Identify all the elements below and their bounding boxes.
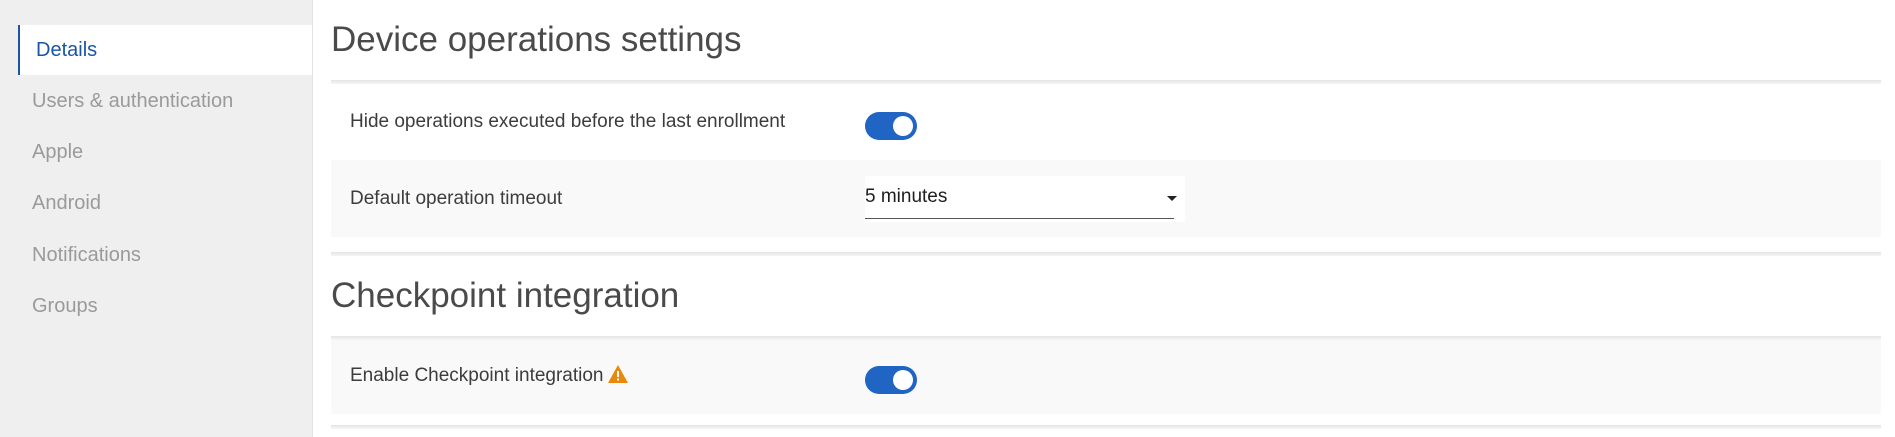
setting-label: Hide operations executed before the last… (350, 111, 786, 132)
settings-page: Details Users & authentication Apple And… (0, 0, 1895, 437)
dropdown-caret-icon (1167, 196, 1177, 201)
sidebar-item-groups[interactable]: Groups (18, 281, 312, 331)
section-divider (331, 252, 1881, 256)
section-title-device-operations: Device operations settings (331, 20, 742, 59)
warning-icon (607, 365, 628, 389)
section-divider (331, 425, 1881, 429)
sidebar-item-label: Users & authentication (32, 90, 234, 112)
setting-row-checkpoint: Enable Checkpoint integration (331, 340, 1881, 414)
sidebar-item-details[interactable]: Details (18, 25, 312, 75)
sidebar-item-label: Groups (32, 295, 98, 317)
sidebar-item-android[interactable]: Android (18, 178, 312, 228)
sidebar-item-label: Apple (32, 141, 84, 163)
sidebar-item-apple[interactable]: Apple (18, 127, 312, 177)
settings-main: Device operations settings Hide operatio… (331, 0, 1881, 437)
hide-operations-toggle[interactable] (865, 112, 917, 140)
setting-row-hide-operations: Hide operations executed before the last… (331, 84, 1881, 160)
select-underline (865, 218, 1174, 219)
setting-label: Default operation timeout (350, 188, 563, 209)
sidebar-item-notifications[interactable]: Notifications (18, 230, 312, 280)
toggle-knob (893, 116, 913, 136)
sidebar-item-label: Notifications (32, 244, 141, 266)
section-title-checkpoint: Checkpoint integration (331, 276, 680, 315)
setting-row-default-timeout: Default operation timeout 5 minutes (331, 160, 1881, 237)
select-value: 5 minutes (865, 186, 948, 207)
timeout-select[interactable]: 5 minutes (865, 176, 1185, 222)
sidebar-item-users-authentication[interactable]: Users & authentication (18, 76, 312, 126)
setting-label: Enable Checkpoint integration (350, 365, 628, 389)
sidebar-item-label: Android (32, 192, 101, 214)
sidebar-item-label: Details (36, 39, 98, 61)
checkpoint-label-text: Enable Checkpoint integration (350, 365, 604, 386)
settings-sidebar: Details Users & authentication Apple And… (0, 0, 313, 437)
toggle-knob (893, 370, 913, 390)
checkpoint-integration-toggle[interactable] (865, 366, 917, 394)
